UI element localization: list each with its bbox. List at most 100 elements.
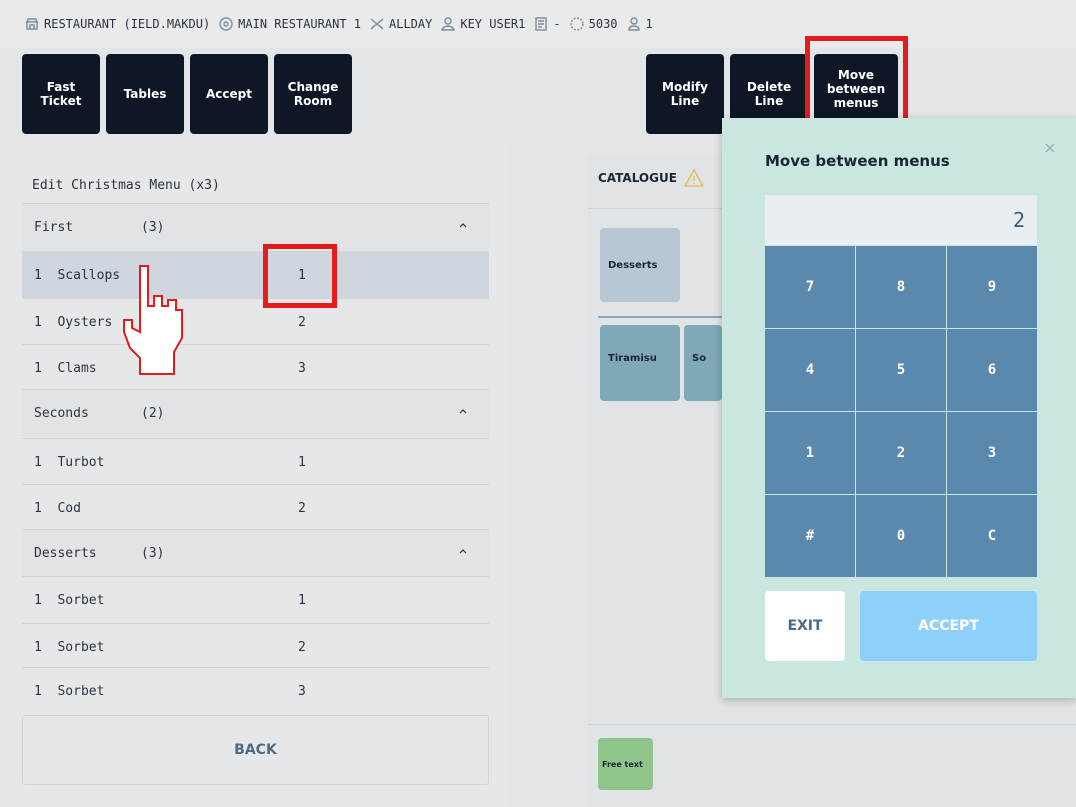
keypad-key-3[interactable]: 3	[947, 412, 1037, 494]
item-name: Oysters	[57, 314, 113, 330]
item-name: Scallops	[57, 267, 121, 283]
keypad-key-7[interactable]: 7	[765, 246, 855, 328]
document-info: -	[533, 16, 561, 32]
back-button[interactable]: BACK	[22, 715, 489, 785]
highlight-box	[263, 244, 337, 308]
product-tile-sorbet[interactable]: So	[684, 325, 722, 401]
document-value: -	[553, 17, 561, 31]
list-item[interactable]: 1 Clams 3	[22, 344, 489, 391]
item-name: Clams	[57, 360, 97, 376]
item-qty: 1	[34, 592, 42, 608]
item-qty: 1	[34, 683, 42, 699]
section-name: Seconds	[34, 405, 89, 421]
accept-toolbar-button[interactable]: Accept	[190, 54, 268, 134]
code-value: 5030	[588, 17, 618, 31]
menu-name: ALLDAY	[389, 17, 433, 31]
item-menu-number: 3	[298, 683, 306, 699]
exit-button[interactable]: EXIT	[765, 591, 845, 661]
keypad-key-4[interactable]: 4	[765, 329, 855, 411]
list-item[interactable]: 1 Sorbet 1	[22, 576, 489, 623]
guests-info: 1	[626, 16, 653, 32]
keypad-key-8[interactable]: 8	[856, 246, 946, 328]
item-qty: 1	[34, 454, 42, 470]
product-tile-tiramisu[interactable]: Tiramisu	[600, 325, 680, 401]
location-name: MAIN RESTAURANT 1	[238, 17, 361, 31]
section-header-desserts[interactable]: Desserts (3)	[22, 529, 489, 576]
fast-ticket-button[interactable]: Fast Ticket	[22, 54, 100, 134]
menu-info: ALLDAY	[369, 16, 432, 32]
keypad-key-0[interactable]: 0	[856, 495, 946, 577]
catalogue-label: CATALOGUE	[598, 171, 677, 185]
divider	[588, 724, 1076, 725]
restaurant-name: RESTAURANT (IELD.MAKDU)	[44, 17, 211, 31]
item-qty: 1	[34, 639, 42, 655]
tables-button[interactable]: Tables	[106, 54, 184, 134]
item-menu-number: 2	[298, 639, 306, 655]
change-room-button[interactable]: Change Room	[274, 54, 352, 134]
keypad-key-1[interactable]: 1	[765, 412, 855, 494]
modify-line-button[interactable]: Modify Line	[646, 54, 724, 134]
item-name: Turbot	[57, 454, 105, 470]
panel-title: Edit Christmas Menu (x3)	[32, 178, 220, 193]
status-bar: RESTAURANT (IELD.MAKDU) MAIN RESTAURANT …	[0, 0, 1076, 48]
keypad-key-hash[interactable]: #	[765, 495, 855, 577]
list-item[interactable]: 1 Sorbet 3	[22, 667, 489, 714]
list-item[interactable]: 1 Oysters 2	[22, 298, 489, 345]
code-info: 5030	[569, 16, 618, 32]
section-header-first[interactable]: First (3)	[22, 203, 489, 250]
highlight-box	[805, 36, 908, 130]
section-name: Desserts	[34, 545, 97, 561]
user-name: KEY USER1	[460, 17, 526, 31]
keypad-key-9[interactable]: 9	[947, 246, 1037, 328]
section-count: (3)	[141, 545, 165, 561]
cutlery-icon	[370, 18, 384, 30]
item-menu-number: 2	[298, 314, 306, 330]
keypad-key-5[interactable]: 5	[856, 329, 946, 411]
free-text-button[interactable]: Free text	[598, 738, 653, 790]
keypad-key-6[interactable]: 6	[947, 329, 1037, 411]
circle-icon	[569, 17, 584, 31]
location-pin-icon	[219, 17, 233, 31]
section-header-seconds[interactable]: Seconds (2)	[22, 389, 489, 436]
keypad-key-clear[interactable]: C	[947, 495, 1037, 577]
restaurant-info: RESTAURANT (IELD.MAKDU)	[24, 16, 210, 32]
user-info: KEY USER1	[440, 16, 525, 32]
item-name: Sorbet	[57, 639, 105, 655]
item-qty: 1	[34, 314, 42, 330]
list-item[interactable]: 1 Scallops 1	[22, 251, 489, 298]
item-menu-number: 1	[298, 454, 306, 470]
keypad-key-2[interactable]: 2	[856, 412, 946, 494]
document-icon	[535, 17, 548, 31]
item-menu-number: 2	[298, 500, 306, 516]
catalogue-header: CATALOGUE	[598, 168, 705, 188]
guests-value: 1	[645, 17, 653, 31]
chevron-up-icon[interactable]	[456, 544, 470, 558]
item-qty: 1	[34, 267, 42, 283]
list-item[interactable]: 1 Cod 2	[22, 484, 489, 531]
divider	[588, 208, 722, 209]
person-icon	[627, 17, 640, 31]
item-qty: 1	[34, 360, 42, 376]
store-icon	[26, 18, 38, 30]
section-count: (3)	[141, 219, 165, 235]
keypad-display: 2	[765, 195, 1037, 245]
list-item[interactable]: 1 Turbot 1	[22, 438, 489, 485]
accept-button[interactable]: ACCEPT	[860, 591, 1037, 661]
category-tile-desserts[interactable]: Desserts	[600, 228, 680, 302]
chevron-up-icon[interactable]	[456, 218, 470, 232]
hand-pointer-icon	[123, 265, 183, 375]
list-item[interactable]: 1 Sorbet 2	[22, 623, 489, 670]
location-info: MAIN RESTAURANT 1	[218, 16, 361, 32]
user-icon	[441, 17, 456, 31]
item-menu-number: 3	[298, 360, 306, 376]
divider	[598, 316, 722, 318]
section-name: First	[34, 219, 74, 235]
item-name: Sorbet	[57, 683, 105, 699]
dialog-title: Move between menus	[765, 152, 950, 170]
close-icon[interactable]	[1045, 138, 1055, 153]
item-name: Sorbet	[57, 592, 105, 608]
warning-icon	[683, 168, 705, 187]
item-qty: 1	[34, 500, 42, 516]
chevron-up-icon[interactable]	[456, 404, 470, 418]
item-menu-number: 1	[298, 592, 306, 608]
